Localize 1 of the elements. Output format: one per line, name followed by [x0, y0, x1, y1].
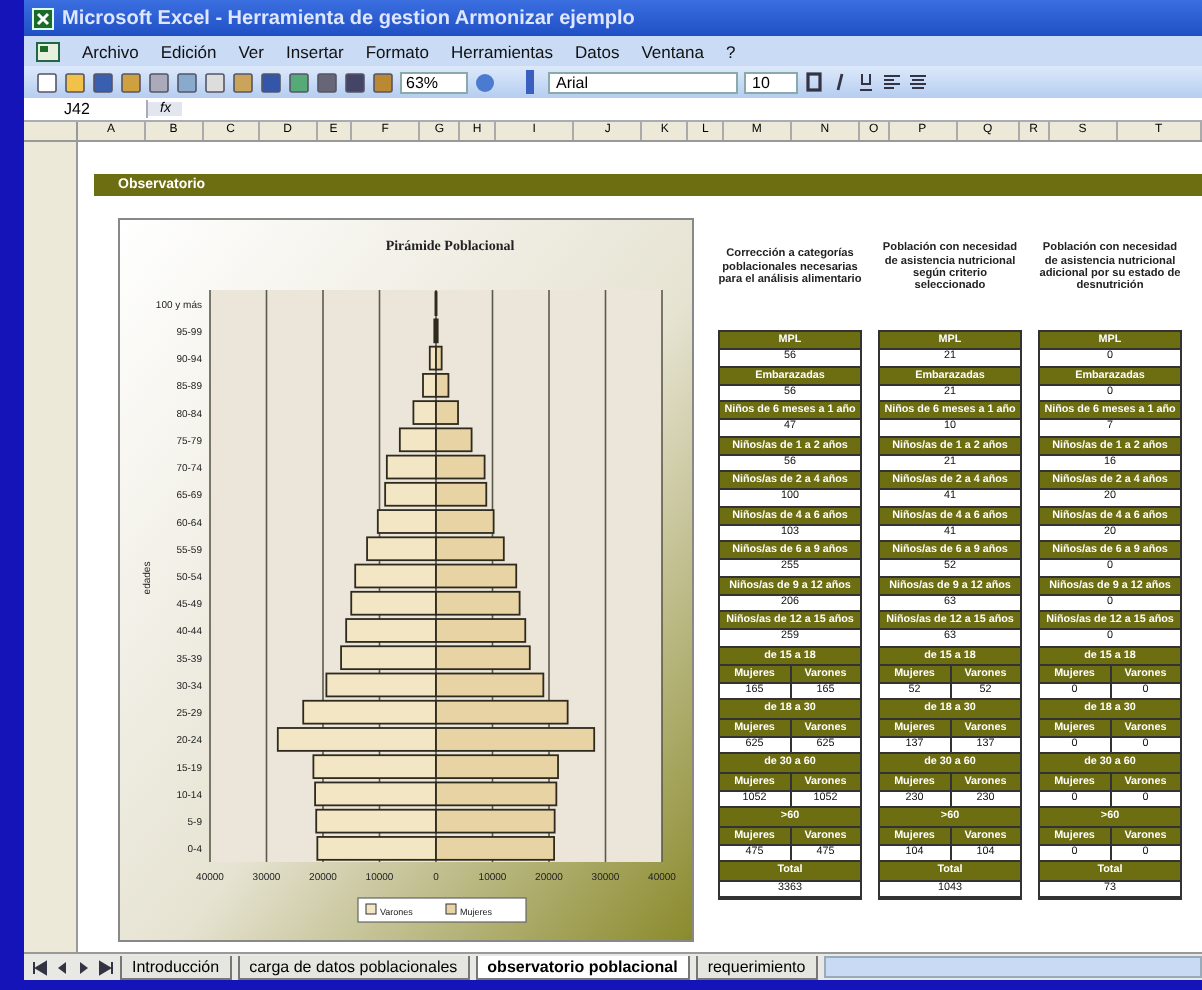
- window-title: Microsoft Excel - Herramienta de gestion Armonizar ejemplo: [62, 7, 635, 29]
